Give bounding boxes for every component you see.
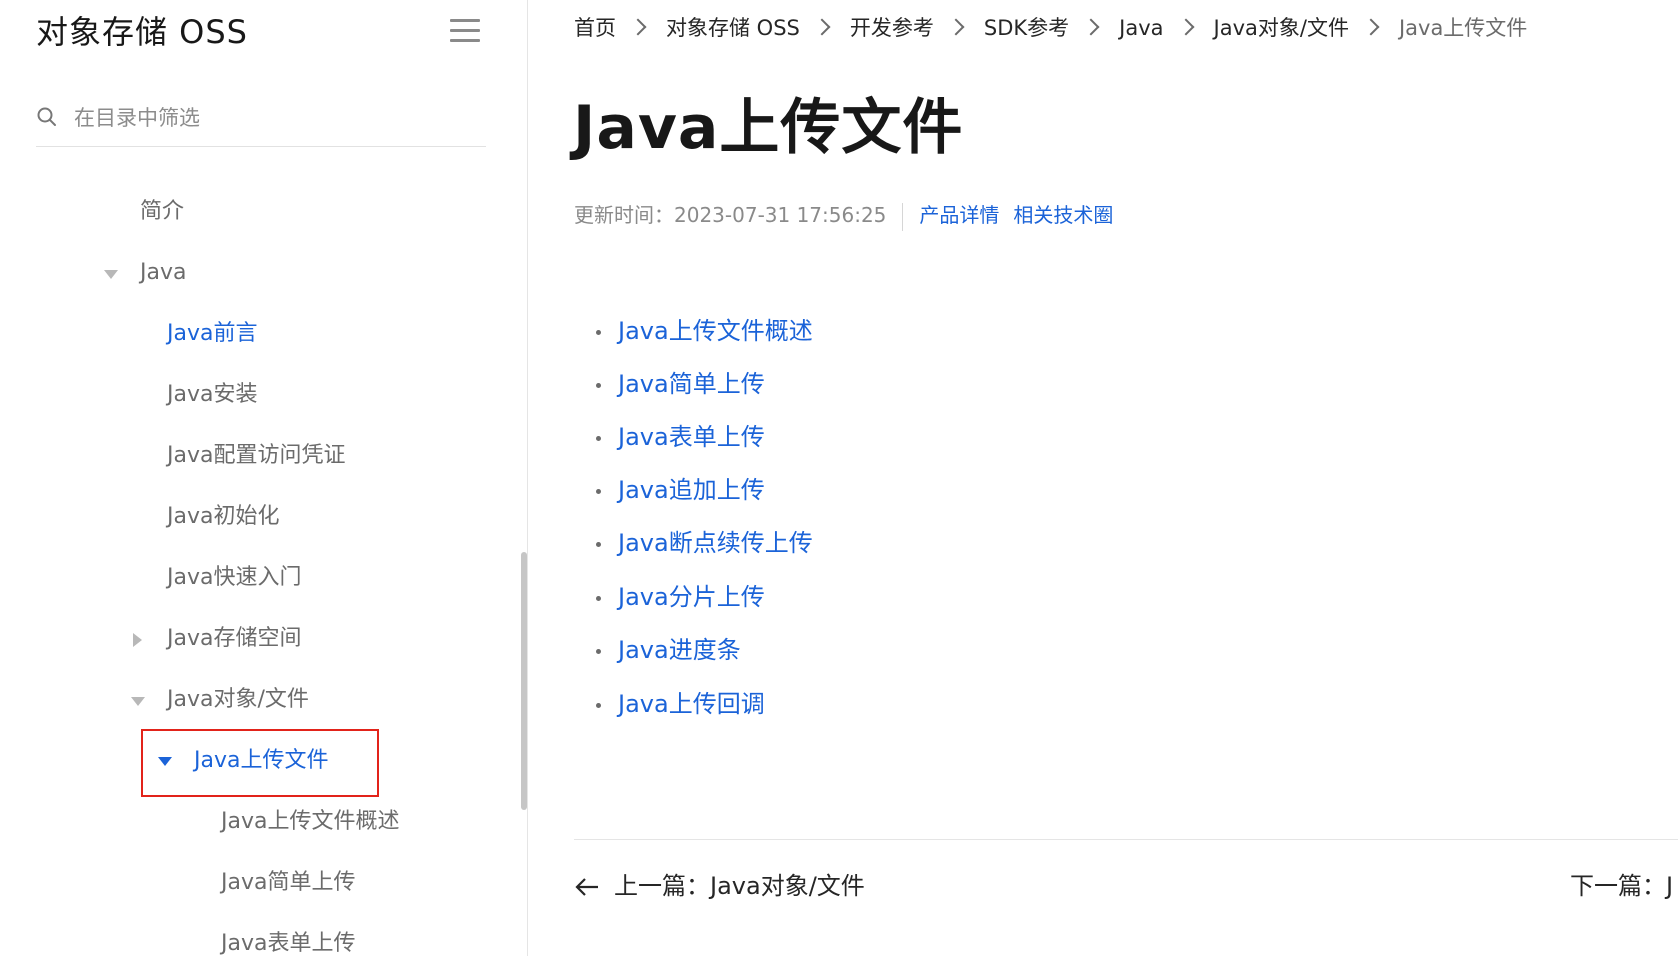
bullet-icon bbox=[596, 596, 601, 601]
sidebar-search bbox=[36, 94, 486, 147]
bullet-icon bbox=[596, 703, 601, 708]
sidebar-item-java-form-upload[interactable]: Java表单上传 bbox=[221, 928, 355, 956]
sidebar-item-java-init[interactable]: Java初始化 bbox=[167, 501, 279, 533]
hamburger-menu-icon[interactable] bbox=[450, 18, 482, 44]
content-divider bbox=[574, 839, 1678, 840]
caret-down-icon[interactable] bbox=[104, 270, 118, 279]
breadcrumb-java-object[interactable]: Java对象/文件 bbox=[1214, 16, 1349, 40]
sidebar-item-intro[interactable]: 简介 bbox=[140, 196, 184, 228]
sidebar-item-java-quickstart[interactable]: Java快速入门 bbox=[167, 562, 301, 594]
caret-right-icon[interactable] bbox=[133, 633, 142, 647]
prev-page-label: 上一篇：Java对象/文件 bbox=[614, 872, 865, 900]
sidebar-item-java-upload-overview[interactable]: Java上传文件概述 bbox=[221, 806, 399, 838]
sidebar: 对象存储 OSS 简介 Java Java前言 Java安装 Java配置访问凭… bbox=[0, 0, 528, 956]
breadcrumb-sdk-ref[interactable]: SDK参考 bbox=[984, 16, 1069, 40]
bullet-icon bbox=[596, 383, 601, 388]
breadcrumb-current: Java上传文件 bbox=[1398, 16, 1528, 40]
chevron-right-icon bbox=[629, 18, 647, 36]
chevron-right-icon bbox=[947, 18, 965, 36]
sidebar-item-java-credentials[interactable]: Java配置访问凭证 bbox=[167, 440, 345, 472]
breadcrumb-home[interactable]: 首页 bbox=[574, 16, 616, 40]
chevron-right-icon bbox=[1362, 18, 1380, 36]
update-time: 更新时间：2023-07-31 17:56:25 bbox=[574, 203, 887, 227]
breadcrumb-dev-ref[interactable]: 开发参考 bbox=[850, 16, 934, 40]
sidebar-item-java-simple-upload[interactable]: Java简单上传 bbox=[221, 867, 355, 899]
chevron-right-icon bbox=[813, 18, 831, 36]
meta-divider bbox=[902, 202, 904, 231]
toc-link-upload-overview[interactable]: Java上传文件概述 bbox=[618, 312, 813, 350]
arrow-left-icon bbox=[575, 878, 598, 896]
breadcrumb: 首页 对象存储 OSS 开发参考 SDK参考 Java Java对象/文件 Java上传文件 bbox=[574, 12, 1527, 44]
sidebar-item-java-upload[interactable]: Java上传文件 bbox=[194, 745, 328, 777]
toc-link-multipart-upload[interactable]: Java分片上传 bbox=[618, 578, 765, 616]
toc-link-simple-upload[interactable]: Java简单上传 bbox=[618, 365, 765, 403]
sidebar-item-java-object[interactable]: Java对象/文件 bbox=[167, 684, 309, 716]
toc-link-append-upload[interactable]: Java追加上传 bbox=[618, 471, 765, 509]
page-meta: 更新时间：2023-07-31 17:56:25 产品详情 相关技术圈 bbox=[574, 200, 1127, 231]
sidebar-item-java-install[interactable]: Java安装 bbox=[167, 379, 257, 411]
product-title: 对象存储 OSS bbox=[36, 13, 248, 51]
breadcrumb-java[interactable]: Java bbox=[1119, 16, 1163, 40]
sidebar-scrollbar[interactable] bbox=[521, 552, 527, 810]
toc-link-upload-callback[interactable]: Java上传回调 bbox=[618, 685, 765, 723]
chevron-right-icon bbox=[1177, 18, 1195, 36]
tech-community-link[interactable]: 相关技术圈 bbox=[1013, 203, 1113, 227]
bullet-icon bbox=[596, 489, 601, 494]
caret-down-icon[interactable] bbox=[131, 697, 145, 706]
breadcrumb-oss[interactable]: 对象存储 OSS bbox=[666, 16, 800, 40]
sidebar-item-java[interactable]: Java bbox=[140, 257, 186, 289]
sidebar-item-java-preface[interactable]: Java前言 bbox=[167, 318, 257, 350]
caret-down-icon[interactable] bbox=[158, 757, 172, 766]
bullet-icon bbox=[596, 649, 601, 654]
directory-filter-input[interactable] bbox=[74, 102, 474, 134]
bullet-icon bbox=[596, 330, 601, 335]
toc-link-progress-bar[interactable]: Java进度条 bbox=[618, 631, 741, 669]
next-page-link[interactable]: 下一篇：J bbox=[1570, 868, 1678, 904]
page-title: Java上传文件 bbox=[573, 93, 964, 163]
sidebar-item-java-bucket[interactable]: Java存储空间 bbox=[167, 623, 301, 655]
bullet-icon bbox=[596, 436, 601, 441]
toc-link-form-upload[interactable]: Java表单上传 bbox=[618, 418, 765, 456]
product-details-link[interactable]: 产品详情 bbox=[919, 203, 999, 227]
search-icon bbox=[37, 107, 56, 126]
bullet-icon bbox=[596, 542, 601, 547]
toc-link-resumable-upload[interactable]: Java断点续传上传 bbox=[618, 524, 813, 562]
chevron-right-icon bbox=[1082, 18, 1100, 36]
